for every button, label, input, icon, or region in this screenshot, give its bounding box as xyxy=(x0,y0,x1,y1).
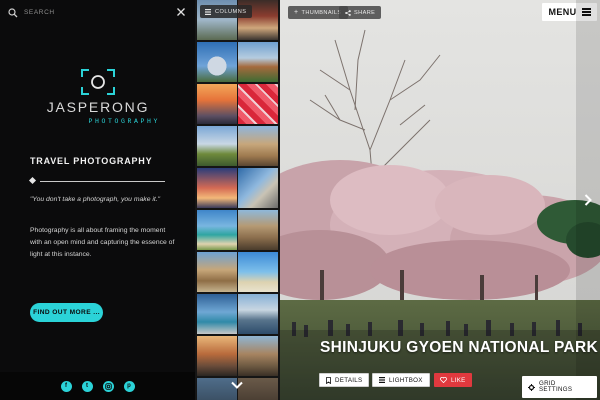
close-icon[interactable] xyxy=(176,7,186,17)
thumbnails-label: THUMBNAILS xyxy=(301,9,342,16)
thumbnail[interactable] xyxy=(238,294,278,334)
intro-paragraph: Photography is all about framing the mom… xyxy=(30,227,175,258)
thumbnail[interactable] xyxy=(238,252,278,292)
thumbnail[interactable] xyxy=(197,210,237,250)
plus-icon: + xyxy=(294,9,299,16)
scroll-down-button[interactable] xyxy=(229,378,245,392)
search-input[interactable] xyxy=(24,9,164,16)
like-button[interactable]: LIKE xyxy=(434,373,472,387)
thumbnail[interactable] xyxy=(238,168,278,208)
page: JASPERONG PHOTOGRAPHY TRAVEL PHOTOGRAPHY… xyxy=(0,0,600,400)
social-bar: f t p xyxy=(0,372,195,400)
columns-label: COLUMNS xyxy=(215,8,247,15)
columns-button[interactable]: COLUMNS xyxy=(200,5,252,18)
columns-icon xyxy=(205,8,211,15)
thumbnail[interactable] xyxy=(197,168,237,208)
grid-icon xyxy=(379,377,385,383)
bookmark-icon xyxy=(326,376,331,384)
search-icon[interactable] xyxy=(8,7,18,18)
photo-title: SHINJUKU GYOEN NATIONAL PARK xyxy=(320,339,598,356)
thumbnail[interactable] xyxy=(197,336,237,376)
lightbox-button[interactable]: LIGHTBOX xyxy=(372,373,430,387)
diamond-icon xyxy=(28,176,37,185)
share-button[interactable]: SHARE xyxy=(339,6,382,19)
thumbnail[interactable] xyxy=(197,126,237,166)
logo-name: JASPERONG xyxy=(46,99,150,115)
divider xyxy=(28,176,165,185)
chevron-down-icon xyxy=(231,381,243,389)
like-label: LIKE xyxy=(451,376,466,384)
details-label: DETAILS xyxy=(335,376,363,384)
gear-icon xyxy=(528,383,535,391)
sidebar: JASPERONG PHOTOGRAPHY TRAVEL PHOTOGRAPHY… xyxy=(0,0,195,400)
thumbnail[interactable] xyxy=(197,84,237,124)
pinterest-icon[interactable]: p xyxy=(123,380,135,392)
thumbnail[interactable] xyxy=(197,294,237,334)
thumbnail[interactable] xyxy=(238,42,278,82)
instagram-icon[interactable] xyxy=(102,380,114,392)
menu-label: MENU xyxy=(548,7,577,17)
chevron-right-icon xyxy=(584,194,592,206)
grid-settings-label: GRID SETTINGS xyxy=(539,379,573,393)
thumbnail[interactable] xyxy=(238,126,278,166)
facebook-icon[interactable]: f xyxy=(60,380,72,392)
grid-settings-button[interactable]: GRID SETTINGS xyxy=(522,376,597,398)
details-button[interactable]: DETAILS xyxy=(319,373,370,387)
share-icon xyxy=(345,9,351,16)
section-title: TRAVEL PHOTOGRAPHY xyxy=(30,156,153,166)
thumbnail-strip xyxy=(195,0,280,400)
logo-subtitle: PHOTOGRAPHY xyxy=(88,118,160,125)
camera-frame-icon xyxy=(81,69,115,95)
twitter-icon[interactable]: t xyxy=(81,380,93,392)
find-out-more-button[interactable]: FIND OUT MORE ... xyxy=(30,303,103,322)
search-row xyxy=(0,0,195,25)
share-label: SHARE xyxy=(354,9,376,16)
quote-text: "You don't take a photograph, you make i… xyxy=(30,196,161,203)
thumbnail[interactable] xyxy=(197,252,237,292)
thumbnail[interactable] xyxy=(238,210,278,250)
heart-icon xyxy=(440,377,447,383)
thumbnail[interactable] xyxy=(238,84,278,124)
thumbnail[interactable] xyxy=(238,336,278,376)
site-logo[interactable]: JASPERONG PHOTOGRAPHY xyxy=(28,68,168,125)
lightbox-label: LIGHTBOX xyxy=(389,376,423,384)
thumbnail[interactable] xyxy=(197,42,237,82)
